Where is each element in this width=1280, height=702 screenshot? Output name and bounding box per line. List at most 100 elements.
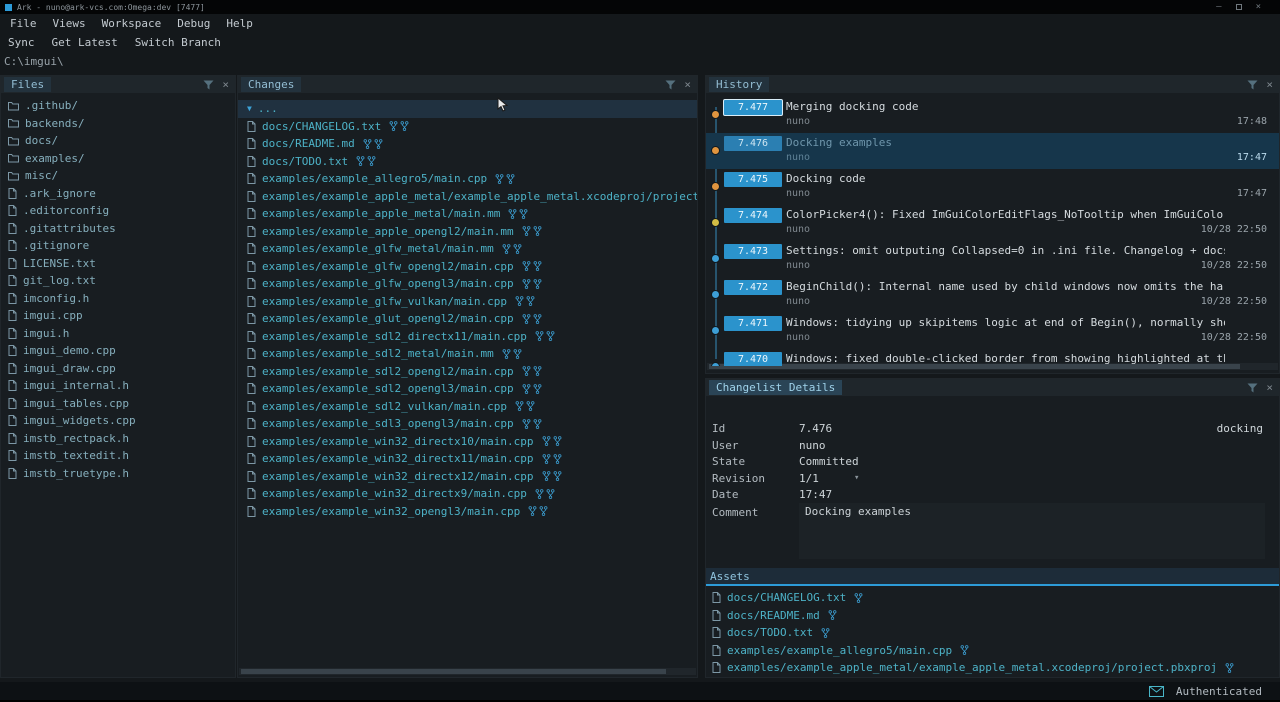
file-tree-item[interactable]: imstb_textedit.h <box>1 447 235 465</box>
changed-file-row[interactable]: examples/example_apple_opengl2/main.mm <box>238 223 697 241</box>
changed-file-row[interactable]: examples/example_apple_metal/main.mm <box>238 205 697 223</box>
changed-file-row[interactable]: examples/example_sdl2_opengl3/main.cpp <box>238 380 697 398</box>
file-icon <box>8 310 17 321</box>
file-tree-item[interactable]: imgui_widgets.cpp <box>1 412 235 430</box>
maximize-button[interactable] <box>1236 4 1242 10</box>
changed-file-row[interactable]: examples/example_glfw_opengl3/main.cpp <box>238 275 697 293</box>
file-tree-item[interactable]: imgui.cpp <box>1 307 235 325</box>
changed-file-row[interactable]: examples/example_sdl2_metal/main.mm <box>238 345 697 363</box>
changed-file-path: docs/CHANGELOG.txt <box>262 120 381 133</box>
file-tree-item[interactable]: .gitattributes <box>1 220 235 238</box>
menu-help[interactable]: Help <box>221 17 258 30</box>
file-tree-item[interactable]: git_log.txt <box>1 272 235 290</box>
file-tree-item[interactable]: .gitignore <box>1 237 235 255</box>
commit-row[interactable]: 7.472BeginChild(): Internal name used by… <box>706 277 1279 313</box>
changed-file-row[interactable]: examples/example_glut_opengl2/main.cpp <box>238 310 697 328</box>
file-tree-item[interactable]: imgui_draw.cpp <box>1 360 235 378</box>
close-panel-icon[interactable]: × <box>222 79 229 90</box>
commit-row[interactable]: 7.474ColorPicker4(): Fixed ImGuiColorEdi… <box>706 205 1279 241</box>
file-tree-item[interactable]: .github/ <box>1 97 235 115</box>
file-tree-item[interactable]: docs/ <box>1 132 235 150</box>
filter-icon[interactable] <box>665 80 676 90</box>
branch-fork-icon <box>502 348 522 360</box>
commit-row[interactable]: 7.475Docking codenuno17:47 <box>706 169 1279 205</box>
collapse-arrow-icon[interactable]: ▼ <box>247 104 252 113</box>
revision-dropdown-icon[interactable]: ▾ <box>854 473 859 483</box>
file-tree-item[interactable]: imstb_truetype.h <box>1 465 235 483</box>
close-panel-icon[interactable]: × <box>1266 382 1273 393</box>
file-icon <box>247 331 256 342</box>
changed-file-path: examples/example_glfw_vulkan/main.cpp <box>262 295 507 308</box>
changed-file-row[interactable]: examples/example_allegro5/main.cpp <box>238 170 697 188</box>
file-tree-item[interactable]: imgui_internal.h <box>1 377 235 395</box>
changed-file-row[interactable]: examples/example_sdl2_opengl2/main.cpp <box>238 363 697 381</box>
file-tree-item[interactable]: imgui.h <box>1 325 235 343</box>
asset-row[interactable]: docs/TODO.txt <box>706 624 1279 642</box>
menu-bar: File Views Workspace Debug Help <box>0 14 1280 32</box>
changed-file-row[interactable]: examples/example_sdl2_directx11/main.cpp <box>238 328 697 346</box>
asset-row[interactable]: examples/example_apple_metal/example_app… <box>706 659 1279 676</box>
horizontal-scrollbar[interactable] <box>239 668 696 675</box>
minimize-button[interactable]: – <box>1216 2 1221 12</box>
filter-icon[interactable] <box>1247 383 1258 393</box>
close-button[interactable]: × <box>1256 2 1261 12</box>
commit-row[interactable]: 7.476Docking examplesnuno17:47 <box>706 133 1279 169</box>
file-tree-item[interactable]: imconfig.h <box>1 290 235 308</box>
branch-fork-icon <box>389 120 409 132</box>
asset-row[interactable]: docs/CHANGELOG.txt <box>706 589 1279 607</box>
changed-file-row[interactable]: examples/example_glfw_metal/main.mm <box>238 240 697 258</box>
file-name: .gitignore <box>23 239 89 252</box>
commit-row[interactable]: 7.477Merging docking codenuno17:48 <box>706 97 1279 133</box>
file-tree-item[interactable]: imgui_tables.cpp <box>1 395 235 413</box>
commit-row[interactable]: 7.471Windows: tidying up skipitems logic… <box>706 313 1279 349</box>
toolbar-switch-branch-button[interactable]: Switch Branch <box>131 36 225 49</box>
file-tree-item[interactable]: .editorconfig <box>1 202 235 220</box>
commit-graph-dot <box>711 182 720 191</box>
file-tree-item[interactable]: imgui_demo.cpp <box>1 342 235 360</box>
auth-status: Authenticated <box>1176 685 1262 698</box>
close-panel-icon[interactable]: × <box>684 79 691 90</box>
commit-author: nuno <box>786 296 810 307</box>
changed-file-row[interactable]: examples/example_win32_directx9/main.cpp <box>238 485 697 503</box>
menu-file[interactable]: File <box>5 17 42 30</box>
changed-file-row[interactable]: examples/example_win32_directx11/main.cp… <box>238 450 697 468</box>
changed-file-row[interactable]: examples/example_win32_directx10/main.cp… <box>238 433 697 451</box>
changes-root-row[interactable]: ▼... <box>238 100 697 118</box>
changed-file-row[interactable]: examples/example_win32_opengl3/main.cpp <box>238 503 697 521</box>
changed-file-row[interactable]: docs/TODO.txt <box>238 153 697 171</box>
file-tree-item[interactable]: .ark_ignore <box>1 185 235 203</box>
toolbar-get-latest-button[interactable]: Get Latest <box>48 36 122 49</box>
changed-file-row[interactable]: examples/example_win32_directx12/main.cp… <box>238 468 697 486</box>
file-tree-item[interactable]: misc/ <box>1 167 235 185</box>
field-value: Committed <box>799 455 859 468</box>
changed-file-row[interactable]: examples/example_apple_metal/example_app… <box>238 188 697 206</box>
commit-row[interactable]: 7.473Settings: omit outputing Collapsed=… <box>706 241 1279 277</box>
scrollbar-thumb[interactable] <box>241 669 666 674</box>
toolbar-sync-button[interactable]: Sync <box>4 36 39 49</box>
field-value: 17:47 <box>799 488 832 501</box>
commit-row[interactable]: 7.470Windows: fixed double-clicked borde… <box>706 349 1279 366</box>
asset-row[interactable]: examples/example_allegro5/main.cpp <box>706 642 1279 660</box>
file-tree-item[interactable]: imstb_rectpack.h <box>1 430 235 448</box>
changed-file-row[interactable]: examples/example_glfw_opengl2/main.cpp <box>238 258 697 276</box>
changed-file-row[interactable]: examples/example_sdl3_opengl3/main.cpp <box>238 415 697 433</box>
filter-icon[interactable] <box>203 80 214 90</box>
file-tree-item[interactable]: LICENSE.txt <box>1 255 235 273</box>
details-panel-header: Changelist Details × <box>706 379 1279 396</box>
file-tree-item[interactable]: examples/ <box>1 150 235 168</box>
menu-views[interactable]: Views <box>48 17 91 30</box>
changed-file-row[interactable]: examples/example_glfw_vulkan/main.cpp <box>238 293 697 311</box>
changed-file-path: examples/example_sdl2_opengl3/main.cpp <box>262 382 514 395</box>
file-tree-item[interactable]: backends/ <box>1 115 235 133</box>
menu-workspace[interactable]: Workspace <box>97 17 167 30</box>
changed-file-row[interactable]: examples/example_sdl2_vulkan/main.cpp <box>238 398 697 416</box>
assets-header[interactable]: Assets <box>706 568 1279 586</box>
filter-icon[interactable] <box>1247 80 1258 90</box>
menu-debug[interactable]: Debug <box>172 17 215 30</box>
detail-field-row: Revision1/1▾ <box>706 472 1279 488</box>
commit-message: Settings: omit outputing Collapsed=0 in … <box>786 244 1225 257</box>
changed-file-row[interactable]: docs/CHANGELOG.txt <box>238 118 697 136</box>
changed-file-row[interactable]: docs/README.md <box>238 135 697 153</box>
close-panel-icon[interactable]: × <box>1266 79 1273 90</box>
asset-row[interactable]: docs/README.md <box>706 607 1279 625</box>
